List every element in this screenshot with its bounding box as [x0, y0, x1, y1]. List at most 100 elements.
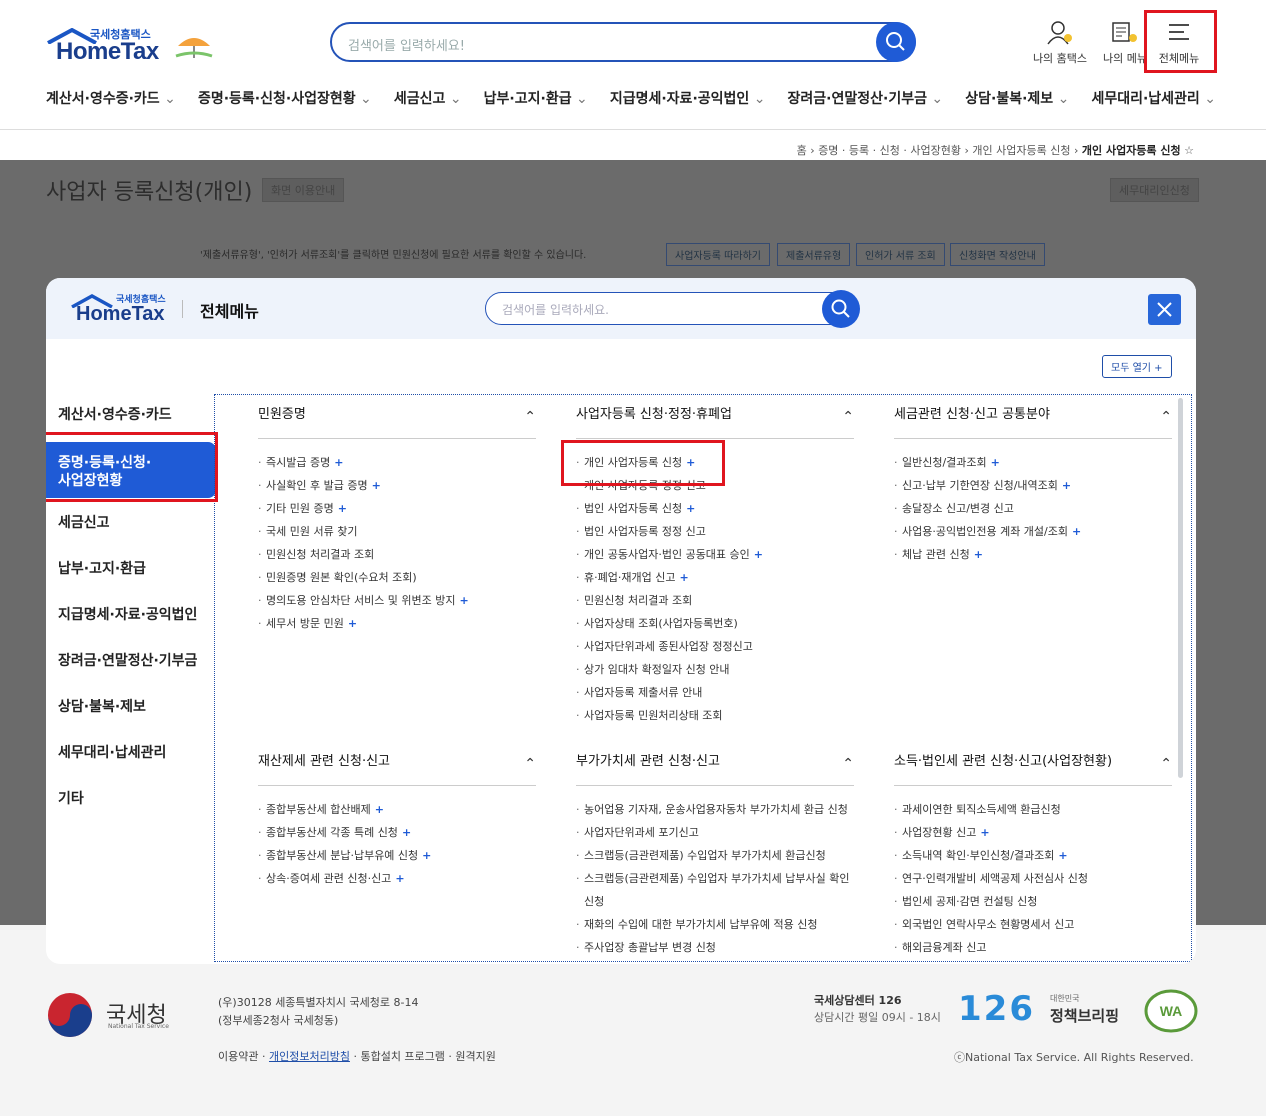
menu-item[interactable]: 소득내역 확인·부인신청/결과조회+	[894, 844, 1172, 867]
breadcrumb-item[interactable]: 증명 · 등록 · 신청 · 사업장현황	[818, 144, 961, 157]
section-title[interactable]: 소득·법인세 관련 신청·신고(사업장현황)	[894, 750, 1172, 786]
my-hometax-button[interactable]: 나의 홈택스	[1025, 20, 1095, 66]
gnb-item[interactable]: 계산서·영수증·카드	[46, 88, 176, 108]
plus-icon[interactable]: +	[375, 803, 384, 816]
menu-item[interactable]: 민원신청 처리결과 조회	[576, 589, 854, 612]
menu-item[interactable]: 과세이연한 퇴직소득세액 환급신청	[894, 798, 1172, 821]
menu-item[interactable]: 종합부동산세 분납·납부유예 신청+	[258, 844, 536, 867]
menu-item[interactable]: 외국법인 연락사무소 현황명세서 신고	[894, 913, 1172, 936]
section-title[interactable]: 민원증명	[258, 403, 536, 439]
menu-item[interactable]: 휴·폐업·재개업 신고+	[576, 566, 854, 589]
privacy-link[interactable]: 개인정보처리방침	[269, 1050, 350, 1063]
menu-item[interactable]: 상가 임대차 확정일자 신청 안내	[576, 658, 854, 681]
gnb-item[interactable]: 납부·고지·환급	[484, 88, 588, 108]
plus-icon[interactable]: +	[1072, 525, 1081, 538]
left-nav-item[interactable]: 상담·불복·제보	[46, 688, 216, 734]
menu-item[interactable]: 법인세 공제·감면 컨설팅 신청	[894, 890, 1172, 913]
terms-link[interactable]: 이용약관	[218, 1050, 258, 1063]
menu-item[interactable]: 사실확인 후 발급 증명 +	[258, 474, 536, 497]
star-icon[interactable]: ☆	[1184, 144, 1194, 157]
menu-item[interactable]: 연구·인력개발비 세액공제 사전심사 신청	[894, 867, 1172, 890]
menu-item[interactable]: 개인 공동사업자·법인 공동대표 승인 +	[576, 543, 854, 566]
menu-item[interactable]: 명의도용 안심차단 서비스 및 위변조 방지 +	[258, 589, 536, 612]
plus-icon[interactable]: +	[460, 594, 469, 607]
menu-item[interactable]: 송달장소 신고/변경 신고	[894, 497, 1172, 520]
doc-type-button[interactable]: 제출서류유형	[777, 243, 851, 266]
menu-item[interactable]: 사업자상태 조회(사업자등록번호)	[576, 612, 854, 635]
menu-item[interactable]: 사업자단위과세 포기신고	[576, 821, 854, 844]
search-button[interactable]	[876, 22, 916, 62]
plus-icon[interactable]: +	[679, 571, 688, 584]
close-button[interactable]	[1148, 294, 1181, 325]
menu-item[interactable]: 신고·납부 기한연장 신청/내역조회 +	[894, 474, 1172, 497]
menu-item[interactable]: 사업용·공익법인전용 계좌 개설/조회 +	[894, 520, 1172, 543]
menu-item[interactable]: 즉시발급 증명+	[258, 451, 536, 474]
follow-guide-button[interactable]: 사업자등록 따라하기	[666, 243, 770, 266]
menu-item[interactable]: 법인 사업자등록 정정 신고	[576, 520, 854, 543]
gnb-item[interactable]: 세무대리·납세관리	[1091, 88, 1216, 108]
plus-icon[interactable]: +	[991, 456, 1000, 469]
guide-button[interactable]: 화면 이용안내	[262, 178, 345, 202]
gnb-item[interactable]: 증명·등록·신청·사업장현황	[198, 88, 372, 108]
menu-item[interactable]: 민원신청 처리결과 조회	[258, 543, 536, 566]
main-search-input[interactable]: 검색어를 입력하세요!	[330, 22, 916, 62]
menu-item[interactable]: 재화의 수입에 대한 부가가치세 납부유예 적용 신청	[576, 913, 854, 936]
gnb-item[interactable]: 상담·불복·제보	[965, 88, 1069, 108]
permit-lookup-button[interactable]: 인허가 서류 조회	[856, 243, 945, 266]
modal-logo[interactable]: 국세청홈택스 HomeTax	[70, 292, 180, 326]
section-title[interactable]: 세금관련 신청·신고 공통분야	[894, 403, 1172, 439]
left-nav-item[interactable]: 기타	[46, 780, 216, 826]
plus-icon[interactable]: +	[754, 548, 763, 561]
menu-item[interactable]: 사업장현황 신고+	[894, 821, 1172, 844]
menu-item[interactable]: 세무서 방문 민원 +	[258, 612, 536, 635]
menu-item[interactable]: 스크랩등(금관련제품) 수입업자 부가가치세 납부사실 확인신청	[576, 867, 854, 913]
plus-icon[interactable]: +	[1058, 849, 1067, 862]
plus-icon[interactable]: +	[402, 826, 411, 839]
plus-icon[interactable]: +	[334, 456, 343, 469]
section-title[interactable]: 사업자등록 신청·정정·휴폐업	[576, 403, 854, 439]
menu-item[interactable]: 상속·증여세 관련 신청·신고+	[258, 867, 536, 890]
open-all-button[interactable]: 모두 열기 +	[1102, 355, 1172, 378]
plus-icon[interactable]: +	[422, 849, 431, 862]
install-link[interactable]: 통합설치 프로그램	[360, 1050, 444, 1063]
menu-item[interactable]: 일반신청/결과조회 +	[894, 451, 1172, 474]
hometax-logo[interactable]: 국세청홈택스 HomeTax	[46, 26, 216, 66]
menu-item[interactable]: 해외금융계좌 신고	[894, 936, 1172, 959]
left-nav-item[interactable]: 세금신고	[46, 504, 216, 550]
breadcrumb-home[interactable]: 홈	[797, 144, 807, 157]
section-title[interactable]: 부가가치세 관련 신청·신고	[576, 750, 854, 786]
agent-apply-button[interactable]: 세무대리인신청	[1110, 178, 1199, 202]
section-title[interactable]: 재산제세 관련 신청·신고	[258, 750, 536, 786]
menu-item[interactable]: 스크랩등(금관련제품) 수입업자 부가가치세 환급신청	[576, 844, 854, 867]
remote-link[interactable]: 원격지원	[455, 1050, 495, 1063]
menu-item[interactable]: 법인 사업자등록 신청+	[576, 497, 854, 520]
left-nav-item[interactable]: 납부·고지·환급	[46, 550, 216, 596]
plus-icon[interactable]: +	[974, 548, 983, 561]
plus-icon[interactable]: +	[338, 502, 347, 515]
modal-search-input[interactable]: 검색어를 입력하세요.	[485, 290, 860, 328]
plus-icon[interactable]: +	[348, 617, 357, 630]
menu-item[interactable]: 민원증명 원본 확인(수요처 조회)	[258, 566, 536, 589]
left-nav-item[interactable]: 세무대리·납세관리	[46, 734, 216, 780]
menu-item[interactable]: 종합부동산세 합산배제 +	[258, 798, 536, 821]
menu-item[interactable]: 기타 민원 증명 +	[258, 497, 536, 520]
scrollbar[interactable]	[1178, 398, 1183, 778]
plus-icon[interactable]: +	[1062, 479, 1071, 492]
menu-item[interactable]: 사업자단위과세 종된사업장 정정신고	[576, 635, 854, 658]
write-guide-button[interactable]: 신청화면 작성안내	[950, 243, 1045, 266]
menu-item[interactable]: 종합부동산세 각종 특례 신청 +	[258, 821, 536, 844]
menu-item[interactable]: 체납 관련 신청 +	[894, 543, 1172, 566]
gnb-item[interactable]: 지급명세·자료·공익법인	[610, 88, 766, 108]
menu-item[interactable]: 주사업장 총괄납부 변경 신청	[576, 936, 854, 959]
menu-item[interactable]: 국세 민원 서류 찾기	[258, 520, 536, 543]
menu-item[interactable]: 농어업용 기자재, 운송사업용자동차 부가가치세 환급 신청	[576, 798, 854, 821]
modal-search-button[interactable]	[822, 290, 860, 328]
gnb-item[interactable]: 세금신고	[394, 88, 462, 108]
plus-icon[interactable]: +	[686, 502, 695, 515]
left-nav-item[interactable]: 지급명세·자료·공익법인	[46, 596, 216, 642]
left-nav-item[interactable]: 장려금·연말정산·기부금	[46, 642, 216, 688]
menu-item[interactable]: 사업자등록 제출서류 안내	[576, 681, 854, 704]
plus-icon[interactable]: +	[980, 826, 989, 839]
menu-item[interactable]: 사업자등록 민원처리상태 조회	[576, 704, 854, 727]
plus-icon[interactable]: +	[395, 872, 404, 885]
